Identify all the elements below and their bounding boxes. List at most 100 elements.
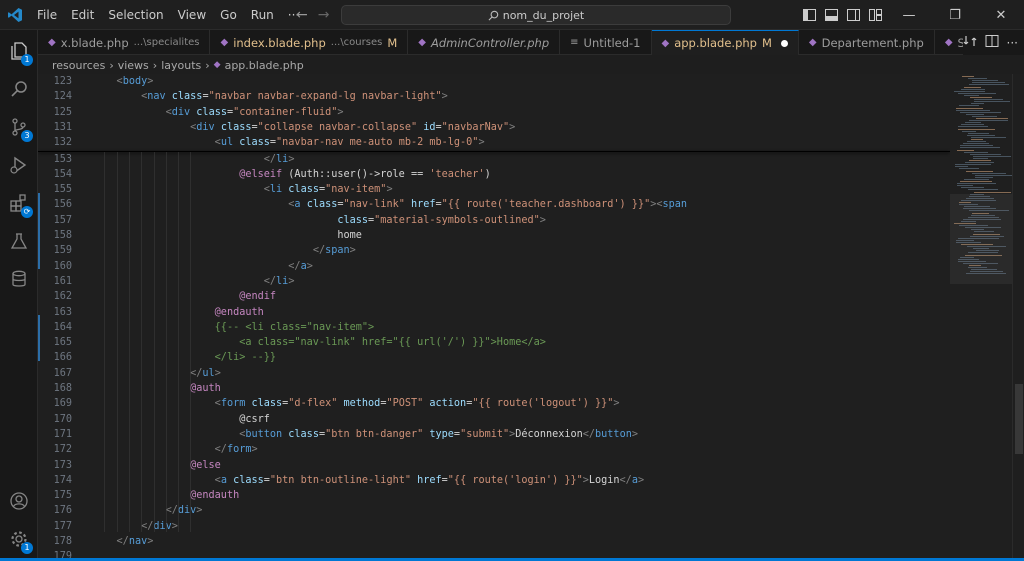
close-button[interactable]: ✕ (978, 0, 1024, 30)
accounts-icon[interactable] (0, 482, 38, 520)
search-view-icon[interactable] (0, 70, 38, 108)
code-line[interactable]: 172 </form> (38, 442, 950, 457)
breadcrumb-item[interactable]: resources (52, 59, 105, 72)
customize-layout-icon[interactable] (864, 0, 886, 30)
compare-changes-icon[interactable] (963, 33, 977, 52)
code-token: </ (312, 245, 326, 257)
extensions-icon[interactable]: ⟳ (0, 184, 38, 222)
code-line[interactable]: 164 {{-- <li class="nav-item"> (38, 320, 950, 335)
code-line[interactable]: 155 <li class="nav-item"> (38, 182, 950, 197)
code-token: "POST" (386, 398, 430, 410)
code-line[interactable]: 132 <ul class="navbar-nav me-auto mb-2 m… (38, 135, 950, 150)
vscode-logo-icon[interactable] (0, 0, 30, 30)
code-line[interactable]: 165 <a class="nav-link" href="{{ url('/'… (38, 335, 950, 350)
code-line[interactable]: 178 </nav> (38, 534, 950, 549)
code-line[interactable]: 125 <div class="container-fluid"> (38, 105, 950, 120)
editor-tab[interactable]: ≡ Untitled-1 (560, 30, 652, 55)
run-debug-icon[interactable] (0, 146, 38, 184)
code-line[interactable]: 158 home (38, 228, 950, 243)
back-arrow-icon[interactable]: ← (296, 7, 308, 23)
code-line[interactable]: 176 </div> (38, 503, 950, 518)
code-token: ul (220, 137, 240, 149)
code-line[interactable]: 163 @endauth (38, 305, 950, 320)
editor-tab[interactable]: ◆ x.blade.php ...\specialites (38, 30, 211, 55)
line-number: 162 (53, 291, 72, 303)
code-line[interactable]: 160 </a> (38, 259, 950, 274)
code-line[interactable]: 177 </div> (38, 519, 950, 534)
unsaved-dot-icon[interactable] (780, 39, 788, 47)
toggle-panel-icon[interactable] (820, 0, 842, 30)
testing-flask-icon[interactable] (0, 222, 38, 260)
toggle-primary-sidebar-icon[interactable] (798, 0, 820, 30)
code-line[interactable]: 166 </li> --}} (38, 350, 950, 365)
menu-item-go[interactable]: Go (213, 0, 244, 30)
extensions-update-badge: ⟳ (21, 206, 33, 218)
minimap-line (968, 78, 988, 80)
code-line[interactable]: 156 <a class="nav-link" href="{{ route('… (38, 197, 950, 212)
title-right-controls: — ❐ ✕ (798, 0, 1024, 30)
code-line[interactable]: 157 class="material-symbols-outlined"> (38, 213, 950, 228)
settings-gear-icon[interactable]: 1 (0, 520, 38, 558)
toggle-secondary-sidebar-icon[interactable] (842, 0, 864, 30)
code-line[interactable]: 167 </ul> (38, 366, 950, 381)
modified-indicator: M (387, 35, 398, 50)
code-line[interactable]: 161 </li> (38, 274, 950, 289)
minimap[interactable] (950, 74, 1016, 561)
scrollbar-thumb[interactable] (1015, 384, 1023, 454)
code-line[interactable]: 170 @csrf (38, 412, 950, 427)
line-number: 177 (53, 520, 72, 532)
line-number: 176 (53, 505, 72, 517)
code-token: div (153, 520, 172, 532)
breadcrumb-item[interactable]: app.blade.php (225, 59, 304, 72)
code-line[interactable]: 174 <a class="btn btn-outline-light" hre… (38, 473, 950, 488)
code-line[interactable]: 131 <div class="collapse navbar-collapse… (38, 120, 950, 135)
menu-item-selection[interactable]: Selection (101, 0, 170, 30)
code-editor[interactable]: 123 <body> 124 <nav class="navbar navbar-… (38, 74, 950, 561)
code-line[interactable]: 171 <button class="btn btn-danger" type=… (38, 427, 950, 442)
split-editor-icon[interactable] (985, 33, 999, 52)
editor-tab[interactable]: ◆ index.blade.php ...\courses M (210, 30, 409, 55)
more-actions-icon[interactable]: ··· (1007, 36, 1018, 50)
code-line[interactable]: 169 <form class="d-flex" method="POST" a… (38, 396, 950, 411)
breadcrumb-item[interactable]: layouts (161, 59, 201, 72)
vertical-scrollbar[interactable] (1012, 74, 1024, 561)
code-line[interactable]: 124 <nav class="navbar navbar-expand-lg … (38, 89, 950, 104)
code-line[interactable]: 175 @endauth (38, 488, 950, 503)
code-token: li (276, 153, 289, 165)
editor-tab[interactable]: ◆ AdminController.php (408, 30, 561, 55)
code-token: class (196, 106, 227, 118)
breadcrumb-item[interactable]: views (118, 59, 149, 72)
code-text: <div class="container-fluid"> (78, 105, 344, 120)
indent-guide (190, 151, 192, 532)
forward-arrow-icon[interactable]: → (318, 7, 330, 23)
minimap-line (960, 147, 1001, 149)
explorer-icon[interactable]: 1 (0, 32, 38, 70)
code-token: </li> --}} (214, 352, 277, 364)
php-file-icon: ◆ (418, 37, 426, 48)
command-center-search[interactable]: nom_du_projet (341, 5, 731, 25)
minimap-line (973, 99, 1003, 101)
code-line[interactable]: 153 </li> (38, 152, 950, 167)
menu-item-file[interactable]: File (30, 0, 64, 30)
code-text: </li> --}} (78, 350, 276, 365)
menu-item-view[interactable]: View (171, 0, 213, 30)
code-text: </li> (78, 152, 295, 167)
source-control-icon[interactable]: 3 (0, 108, 38, 146)
editor-tab[interactable]: ◆ Departement.php (799, 30, 935, 55)
menu-item-edit[interactable]: Edit (64, 0, 101, 30)
editor-tab[interactable]: ◆ app.blade.php M (651, 30, 799, 55)
line-number: 174 (53, 474, 72, 486)
code-line[interactable]: 173 @else (38, 458, 950, 473)
menu-item-run[interactable]: Run (244, 0, 281, 30)
minimize-button[interactable]: — (886, 0, 932, 30)
restore-button[interactable]: ❐ (932, 0, 978, 30)
minimap-viewport[interactable] (950, 194, 1012, 284)
code-line[interactable]: 154 @elseif (Auth::user()->role == 'teac… (38, 167, 950, 182)
code-token: action (429, 398, 467, 410)
code-token: class (171, 91, 203, 103)
code-line[interactable]: 168 @auth (38, 381, 950, 396)
code-line[interactable]: 159 </span> (38, 243, 950, 258)
code-line[interactable]: 123 <body> (38, 74, 950, 89)
database-icon[interactable] (0, 260, 38, 298)
code-line[interactable]: 162 @endif (38, 289, 950, 304)
